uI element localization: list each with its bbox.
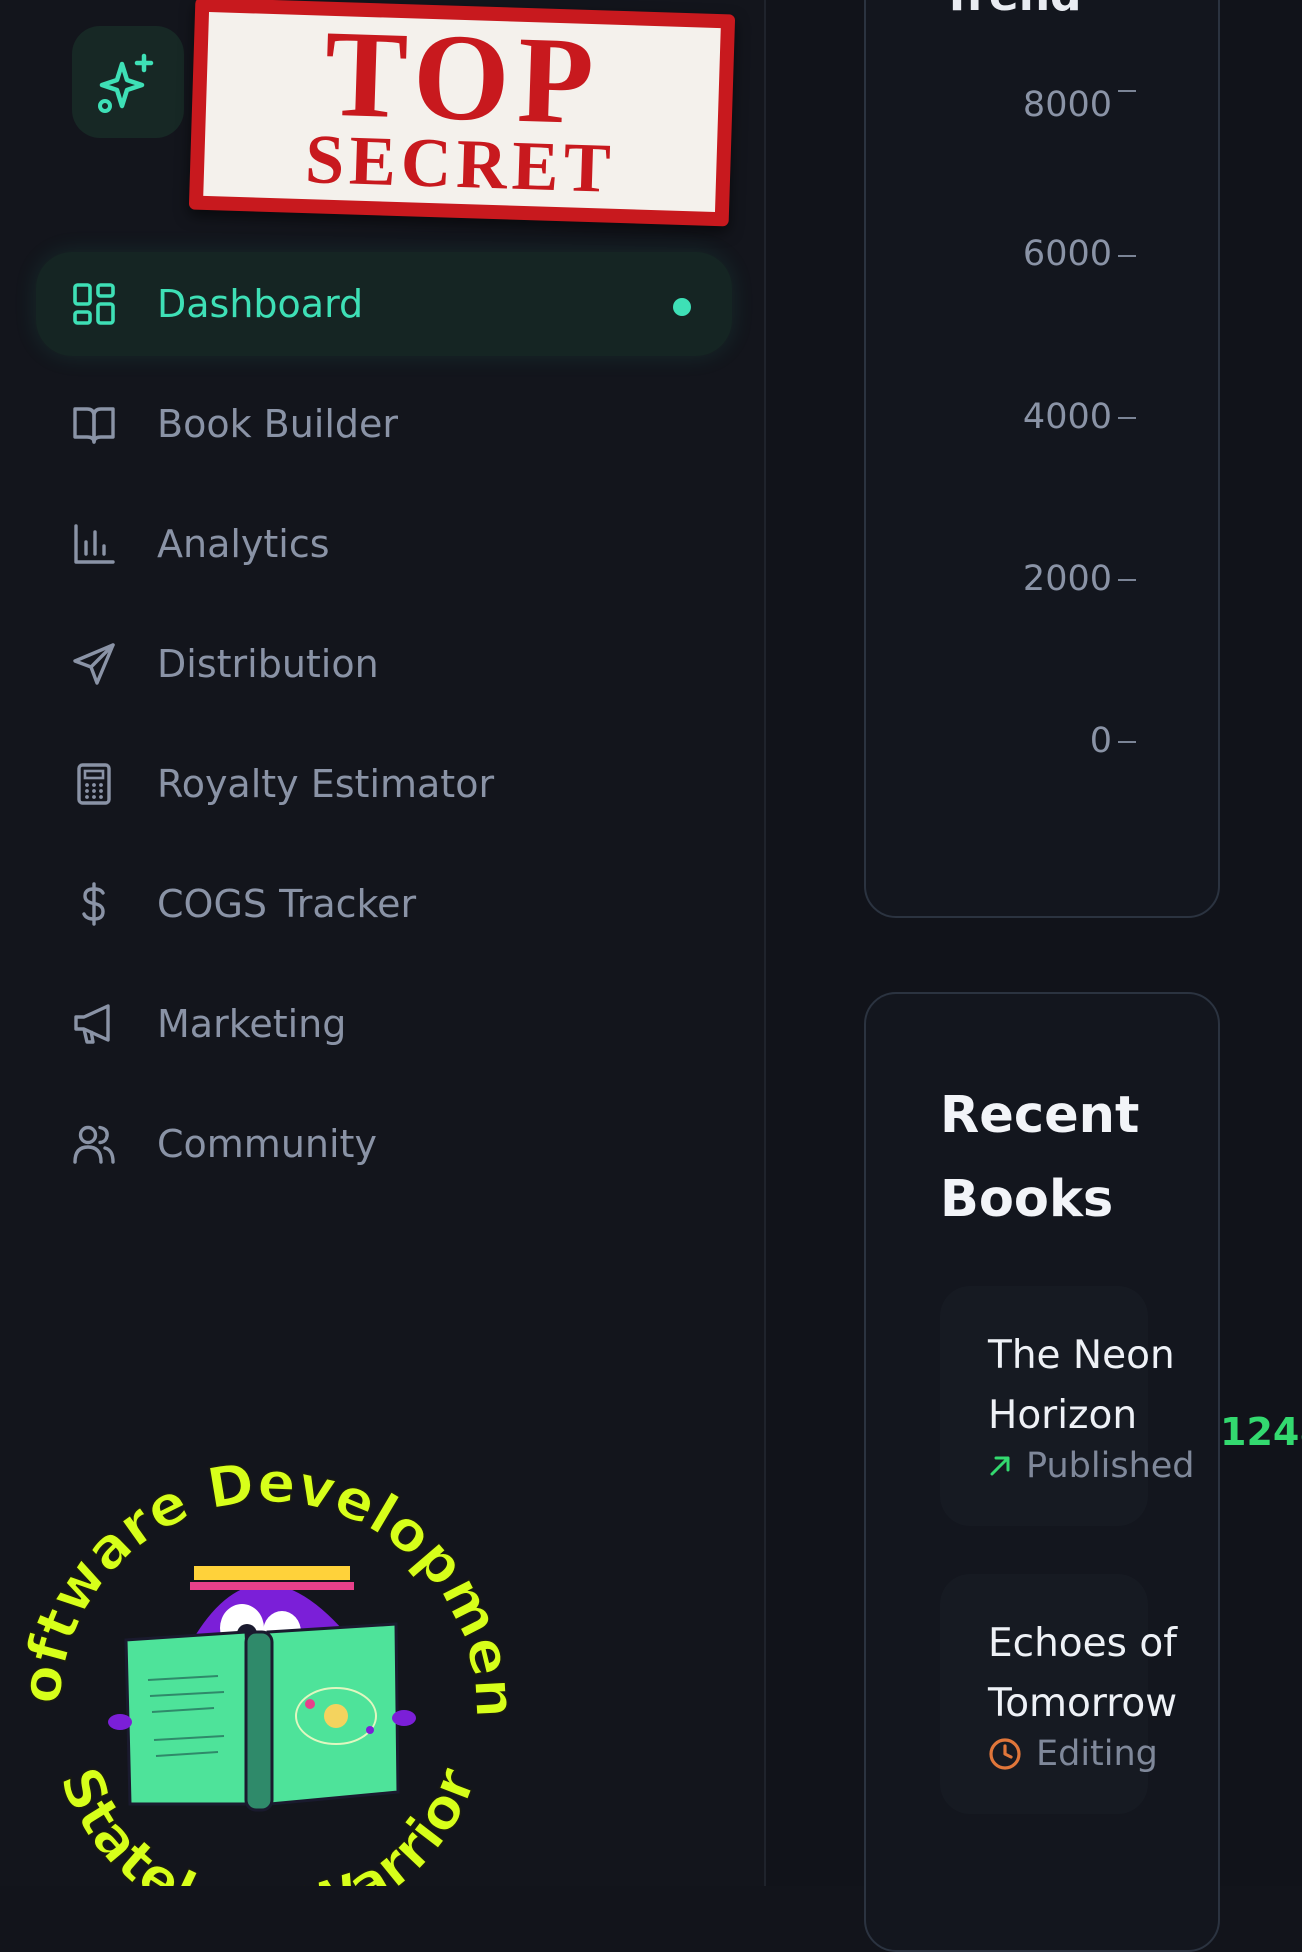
recent-books-title: Recent Books [940,1086,1140,1229]
sidebar-item-label: Analytics [157,522,330,566]
reading-mascot [108,1566,416,1812]
book-status: Published [988,1444,1195,1488]
megaphone-icon [74,1004,110,1044]
book-item-echoes-of-tomorrow[interactable]: Echoes of Tomorrow Editing [940,1574,1177,1814]
sidebar-item-distribution[interactable]: Distribution [36,612,732,716]
send-icon [73,643,115,685]
dollar-sign-icon [82,882,105,926]
active-indicator-dot [673,298,691,316]
y-tick-mark [1118,579,1136,581]
trend-chart-card: Trend 8000 6000 4000 2000 0 [864,0,1220,918]
y-tick-label: 8000 [1022,85,1112,125]
y-tick-mark [1118,255,1136,257]
y-tick-label: 2000 [1022,559,1112,599]
sidebar-item-analytics[interactable]: Analytics [36,492,732,596]
y-tick-mark [1118,90,1136,92]
book-status-label: Published [1026,1446,1195,1486]
top-secret-stamp: TOP SECRET [178,0,745,237]
y-tick-label: 0 [1089,721,1112,761]
book-item-the-neon-horizon[interactable]: The Neon Horizon Published 1248 [940,1286,1302,1526]
sidebar-item-community[interactable]: Community [36,1092,732,1196]
calculator-icon [77,763,111,805]
app-logo[interactable] [72,26,184,138]
book-title-line-1: The Neon [988,1333,1175,1378]
users-icon [73,1125,115,1164]
sidebar: TOP SECRET Dashboard Book Builder Analyt… [0,0,766,1886]
sparkles-icon [98,53,154,113]
book-open-icon [73,407,115,444]
y-tick-mark [1118,417,1136,419]
book-status: Editing [988,1732,1158,1776]
sidebar-item-dashboard[interactable]: Dashboard [36,252,732,356]
book-value: 1248 [1220,1410,1302,1454]
sidebar-item-royalty-estimator[interactable]: Royalty Estimator [36,732,732,836]
stamp-line-1: TOP [322,4,604,151]
stateless-warrior-badge: Software Development Stateless Warrior [18,1410,508,1886]
book-title: The Neon Horizon [988,1326,1228,1446]
sidebar-item-label: Marketing [157,1002,347,1046]
sidebar-item-label: Royalty Estimator [157,762,495,806]
book-title: Echoes of Tomorrow [988,1614,1228,1734]
dashboard-grid-icon [73,283,115,325]
y-tick-label: 6000 [1022,234,1112,274]
bar-chart-icon [74,524,115,564]
sidebar-item-marketing[interactable]: Marketing [36,972,732,1076]
y-tick-mark [1118,741,1136,743]
sidebar-item-label: Community [157,1122,377,1166]
sidebar-item-label: Dashboard [157,282,364,326]
sidebar-item-label: COGS Tracker [157,882,417,926]
main-content: Trend 8000 6000 4000 2000 0 Recent Books… [766,0,1302,1952]
sidebar-item-label: Book Builder [157,402,399,446]
arrow-up-right-icon [990,1456,1010,1476]
sidebar-item-label: Distribution [157,642,379,686]
sidebar-item-book-builder[interactable]: Book Builder [36,372,732,476]
trend-chart-title: Trend [942,0,1082,18]
stamp-line-2: SECRET [304,121,617,208]
book-title-line-1: Echoes of [988,1621,1177,1666]
book-title-line-2: Horizon [988,1393,1138,1438]
sidebar-item-cogs-tracker[interactable]: COGS Tracker [36,852,732,956]
recent-books-card: Recent Books The Neon Horizon Published … [864,992,1302,1952]
book-title-line-2: Tomorrow [988,1681,1178,1726]
y-tick-label: 4000 [1022,397,1112,437]
book-status-label: Editing [1036,1734,1158,1774]
clock-icon [989,1738,1021,1770]
